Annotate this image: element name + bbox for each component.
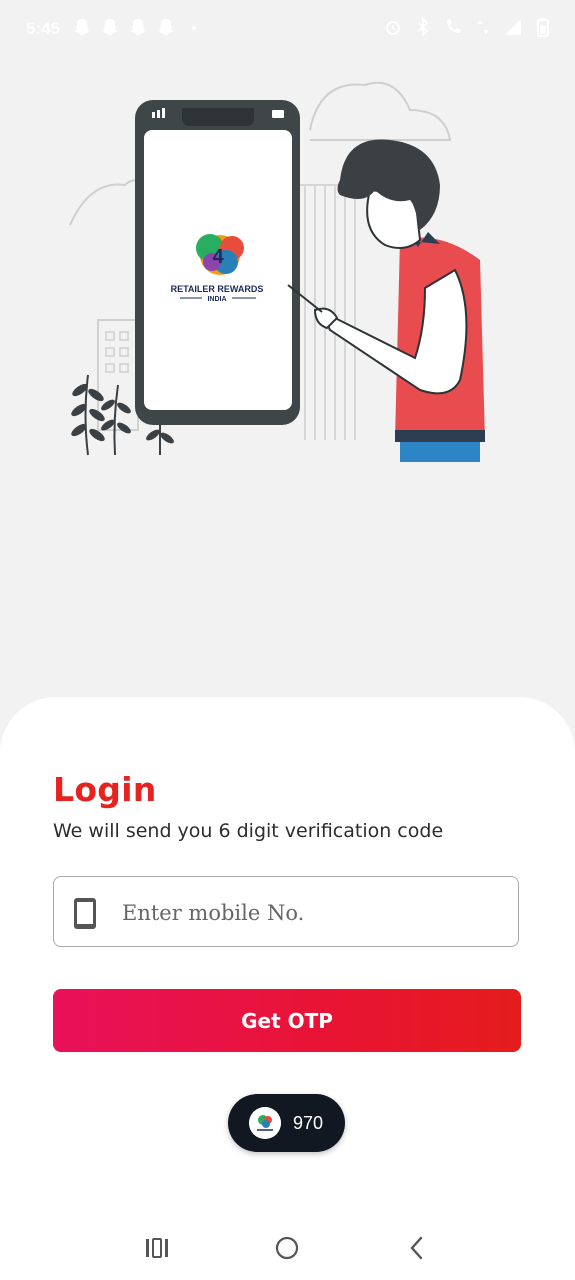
- alarm-icon: [386, 21, 400, 35]
- get-otp-button[interactable]: Get OTP: [53, 989, 521, 1052]
- back-icon[interactable]: [402, 1233, 432, 1263]
- login-subtitle: We will send you 6 digit verification co…: [53, 820, 444, 842]
- snapchat-icon: [74, 19, 90, 35]
- bluetooth-icon: [418, 17, 429, 37]
- dot-icon: [192, 26, 196, 30]
- recent-apps-icon[interactable]: [142, 1233, 172, 1263]
- notification-icons: [72, 17, 204, 37]
- home-icon[interactable]: [272, 1233, 302, 1263]
- snapchat-icon: [130, 19, 146, 35]
- svg-text:4: 4: [212, 246, 224, 268]
- system-icons: [383, 17, 553, 37]
- battery-icon: [537, 18, 549, 37]
- status-bar: 5:45: [0, 0, 575, 60]
- system-nav-bar: [0, 1215, 575, 1280]
- bubble-count: 970: [293, 1113, 324, 1133]
- login-title: Login: [53, 770, 157, 809]
- mobile-number-input[interactable]: [120, 891, 504, 935]
- snapchat-icon: [158, 19, 174, 35]
- logo-text-line1: RETAILER REWARDS: [171, 284, 264, 294]
- login-illustration: 4 RETAILER REWARDS INDIA: [69, 81, 485, 462]
- floating-bubble[interactable]: 970: [228, 1094, 345, 1152]
- app-logo-icon: [249, 1107, 281, 1139]
- signal-icon: [505, 19, 521, 35]
- wifi-calling-icon: [447, 19, 461, 33]
- data-arrows-icon: [477, 20, 489, 34]
- status-time: 5:45: [26, 19, 61, 38]
- logo-text-line2: INDIA: [207, 296, 226, 303]
- mobile-number-field[interactable]: [53, 876, 519, 947]
- snapchat-icon: [102, 19, 118, 35]
- smartphone-icon: [74, 898, 96, 929]
